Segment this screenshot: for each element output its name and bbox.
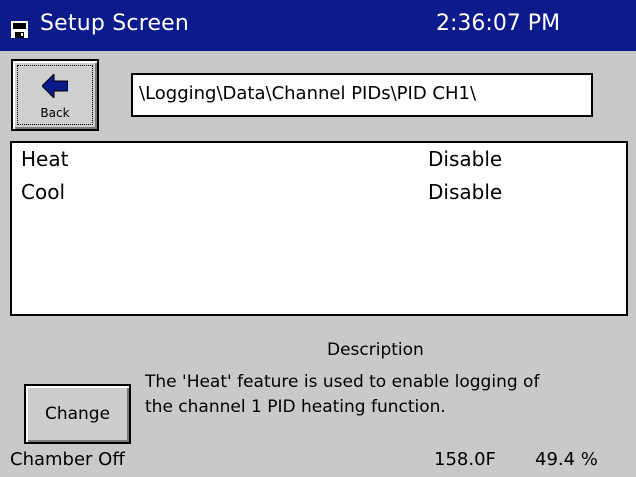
change-label: Change xyxy=(44,404,111,424)
list-item-value: Disable xyxy=(428,147,503,171)
path-field: \Logging\Data\Channel PIDs\PID CH1\ xyxy=(131,73,593,117)
list-item-heat[interactable]: Heat Disable xyxy=(12,143,626,175)
left-arrow-icon xyxy=(42,74,68,98)
title-bar: Setup Screen 2:36:07 PM xyxy=(0,0,636,51)
clock: 2:36:07 PM xyxy=(436,11,561,36)
description-line: The 'Heat' feature is used to enable log… xyxy=(145,372,540,392)
change-button[interactable]: Change xyxy=(24,384,131,444)
description-text: The 'Heat' feature is used to enable log… xyxy=(145,370,635,420)
window-title: Setup Screen xyxy=(40,11,190,36)
list-item-name: Cool xyxy=(21,180,65,204)
list-item-value: Disable xyxy=(428,180,503,204)
humidity-readout: 49.4 % xyxy=(535,449,598,470)
setup-screen: Setup Screen 2:36:07 PM Back \Logging\Da… xyxy=(0,0,636,477)
back-button[interactable]: Back xyxy=(11,59,99,131)
back-label: Back xyxy=(40,106,70,120)
path-text: \Logging\Data\Channel PIDs\PID CH1\ xyxy=(139,83,477,104)
floppy-disk-icon xyxy=(11,21,28,38)
description-heading: Description xyxy=(327,340,424,360)
list-item-name: Heat xyxy=(21,147,69,171)
list-item-cool[interactable]: Cool Disable xyxy=(12,176,626,208)
settings-list: Heat Disable Cool Disable xyxy=(10,141,628,316)
chamber-status: Chamber Off xyxy=(10,449,125,470)
description-line: the channel 1 PID heating function. xyxy=(145,397,446,417)
temperature-readout: 158.0F xyxy=(434,449,496,470)
